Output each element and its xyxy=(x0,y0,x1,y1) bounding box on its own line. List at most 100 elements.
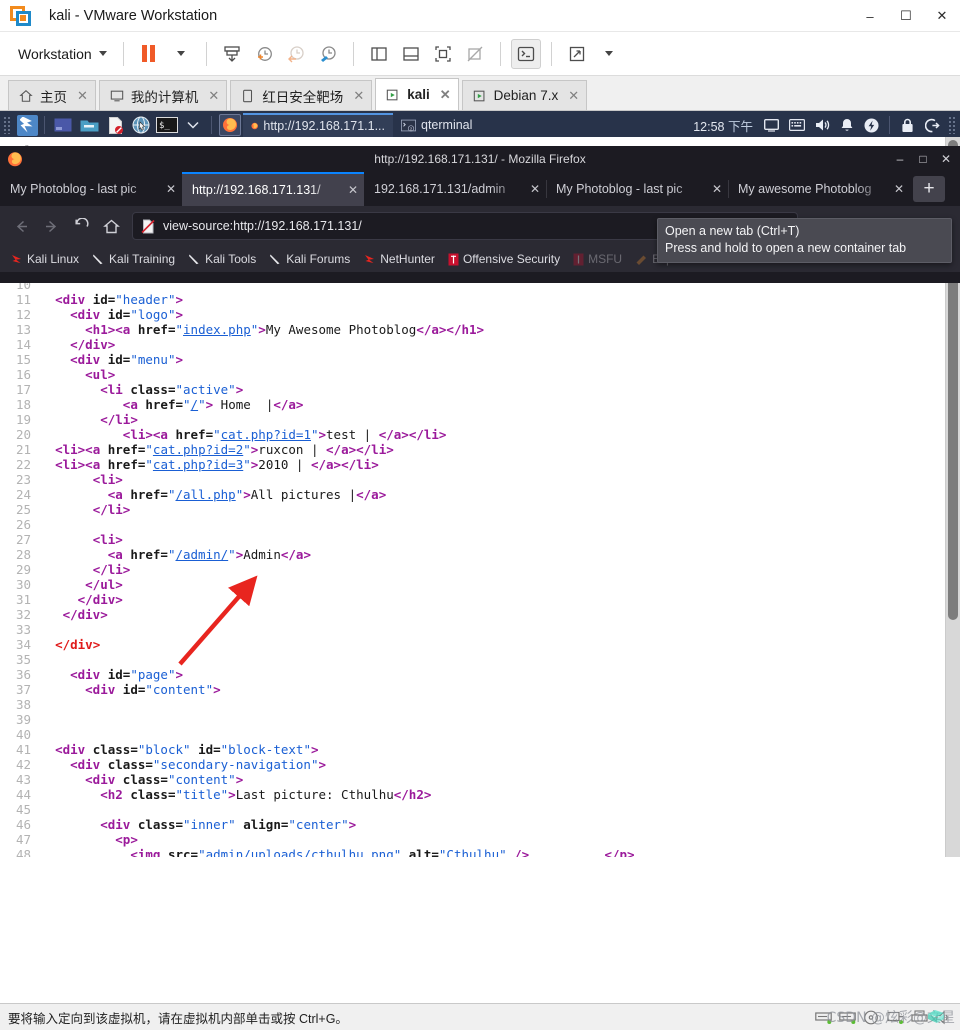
source-line: 38 xyxy=(0,697,945,712)
show-thumbnails-button[interactable] xyxy=(396,39,426,69)
home-button[interactable] xyxy=(97,212,125,240)
close-icon[interactable]: ✕ xyxy=(712,182,722,196)
snapshot-button[interactable] xyxy=(217,39,247,69)
close-button[interactable]: ✕ xyxy=(936,146,956,172)
firefox-icon xyxy=(251,119,258,133)
vm-tab-home[interactable]: 主页 ✕ xyxy=(8,80,96,110)
source-line-code: <li><a href="cat.php?id=3">2010 | </a></… xyxy=(40,457,379,472)
manage-snapshots-button[interactable] xyxy=(313,39,343,69)
bookmark-offensive-security[interactable]: Offensive Security xyxy=(442,250,566,268)
keyboard-layout-icon[interactable] xyxy=(786,115,807,136)
notification-bell-icon[interactable] xyxy=(836,115,857,136)
vm-tab-my-computer[interactable]: 我的计算机 ✕ xyxy=(99,80,227,110)
source-token: test | xyxy=(326,427,379,442)
source-link[interactable]: / xyxy=(191,397,199,412)
vm-tab-label: 主页 xyxy=(40,86,67,106)
source-token: <ul> xyxy=(85,367,115,382)
source-token: href= xyxy=(145,397,183,412)
grip-icon[interactable] xyxy=(3,116,12,134)
firefox-launcher-icon[interactable] xyxy=(219,114,241,136)
file-manager-icon[interactable] xyxy=(78,114,100,136)
terminal-dropdown-icon[interactable] xyxy=(182,114,204,136)
forward-button[interactable] xyxy=(37,212,65,240)
minimize-button[interactable]: – xyxy=(890,146,910,172)
close-icon[interactable]: ✕ xyxy=(353,88,364,104)
line-number: 21 xyxy=(0,442,40,457)
clock[interactable]: 12:58 下午 xyxy=(687,116,759,135)
close-icon[interactable]: ✕ xyxy=(440,87,451,103)
maximize-button[interactable]: ☐ xyxy=(888,0,924,32)
bookmark-kali-tools[interactable]: Kali Tools xyxy=(182,250,262,268)
lock-icon[interactable] xyxy=(897,115,918,136)
close-icon[interactable]: ✕ xyxy=(894,182,904,196)
suspend-pause-button[interactable] xyxy=(134,39,164,69)
source-token: class= xyxy=(138,817,183,832)
svg-text:$_: $_ xyxy=(159,121,170,131)
show-desktop-icon[interactable] xyxy=(52,114,74,136)
close-icon[interactable]: ✕ xyxy=(208,88,219,104)
bookmark-kali-forums[interactable]: Kali Forums xyxy=(263,250,356,268)
browser-tab-3[interactable]: 192.168.171.131/admin ✕ xyxy=(364,172,546,206)
source-token xyxy=(40,367,85,382)
source-line: 11 <div id="header"> xyxy=(0,292,945,307)
close-icon[interactable]: ✕ xyxy=(77,88,88,104)
web-browser-icon[interactable] xyxy=(130,114,152,136)
terminal-icon[interactable]: $_ xyxy=(156,114,178,136)
source-line-code: <a href="/all.php">All pictures |</a> xyxy=(40,487,386,502)
browser-tab-1[interactable]: My Photoblog - last pic ✕ xyxy=(0,172,182,206)
bookmark-kali-training[interactable]: Kali Training xyxy=(86,250,181,268)
grip-icon[interactable] xyxy=(948,116,957,134)
workstation-menu-button[interactable]: Workstation xyxy=(10,42,113,66)
display-icon[interactable] xyxy=(761,115,782,136)
show-console-view-button[interactable] xyxy=(428,39,458,69)
revert-snapshot-button[interactable] xyxy=(281,39,311,69)
source-token: <div xyxy=(85,682,123,697)
kali-application-menu[interactable] xyxy=(15,113,39,137)
hide-console-view-button[interactable] xyxy=(460,39,490,69)
source-link[interactable]: cat.php?id=2 xyxy=(153,442,243,457)
maximize-button[interactable]: □ xyxy=(913,146,933,172)
take-snapshot-button[interactable] xyxy=(249,39,279,69)
minimize-button[interactable]: – xyxy=(852,0,888,32)
close-icon[interactable]: ✕ xyxy=(166,182,176,196)
source-link[interactable]: cat.php?id=3 xyxy=(153,457,243,472)
pause-dropdown[interactable] xyxy=(166,39,196,69)
text-editor-icon[interactable] xyxy=(104,114,126,136)
source-link[interactable]: /all.php xyxy=(175,487,235,502)
logout-icon[interactable] xyxy=(922,115,943,136)
toolbar-divider xyxy=(551,42,552,66)
close-icon[interactable]: ✕ xyxy=(530,182,540,196)
line-number: 38 xyxy=(0,697,40,712)
fullscreen-button[interactable] xyxy=(562,39,592,69)
bookmark-kali-linux[interactable]: Kali Linux xyxy=(4,250,85,268)
vm-tab-kali[interactable]: kali ✕ xyxy=(375,78,458,110)
new-tab-button[interactable]: + xyxy=(913,176,945,202)
browser-tab-5[interactable]: My awesome Photoblog ✕ xyxy=(728,172,910,206)
source-token xyxy=(40,532,93,547)
browser-tab-4[interactable]: My Photoblog - last pic ✕ xyxy=(546,172,728,206)
source-link[interactable]: cat.php?id=1 xyxy=(221,427,311,442)
tooltip-line-1: Open a new tab (Ctrl+T) xyxy=(665,223,944,240)
source-line: 47 <p> xyxy=(0,832,945,847)
close-button[interactable]: ✕ xyxy=(924,0,960,32)
bookmark-msfu[interactable]: MSFU xyxy=(567,250,628,268)
bookmark-nethunter[interactable]: NetHunter xyxy=(357,250,441,268)
taskbar-window-qterminal[interactable]: 2 qterminal xyxy=(393,113,480,137)
source-link[interactable]: /admin/ xyxy=(175,547,228,562)
source-line-code: <div id="menu"> xyxy=(40,352,183,367)
browser-tab-2[interactable]: http://192.168.171.131/ ✕ xyxy=(182,172,364,206)
show-library-button[interactable] xyxy=(364,39,394,69)
send-ctrl-alt-del-button[interactable] xyxy=(511,39,541,69)
close-icon[interactable]: ✕ xyxy=(348,183,358,197)
reload-button[interactable] xyxy=(67,212,95,240)
volume-icon[interactable] xyxy=(811,115,832,136)
power-icon[interactable] xyxy=(861,115,882,136)
source-line-code: <li> xyxy=(40,532,123,547)
source-link[interactable]: index.php xyxy=(183,322,251,337)
taskbar-window-firefox[interactable]: http://192.168.171.1... xyxy=(243,113,393,137)
back-button[interactable] xyxy=(7,212,35,240)
close-icon[interactable]: ✕ xyxy=(568,88,579,104)
vm-tab-debian[interactable]: Debian 7.x ✕ xyxy=(462,80,587,110)
fullscreen-dropdown[interactable] xyxy=(594,39,624,69)
vm-tab-redsun-range[interactable]: 红日安全靶场 ✕ xyxy=(230,80,372,110)
